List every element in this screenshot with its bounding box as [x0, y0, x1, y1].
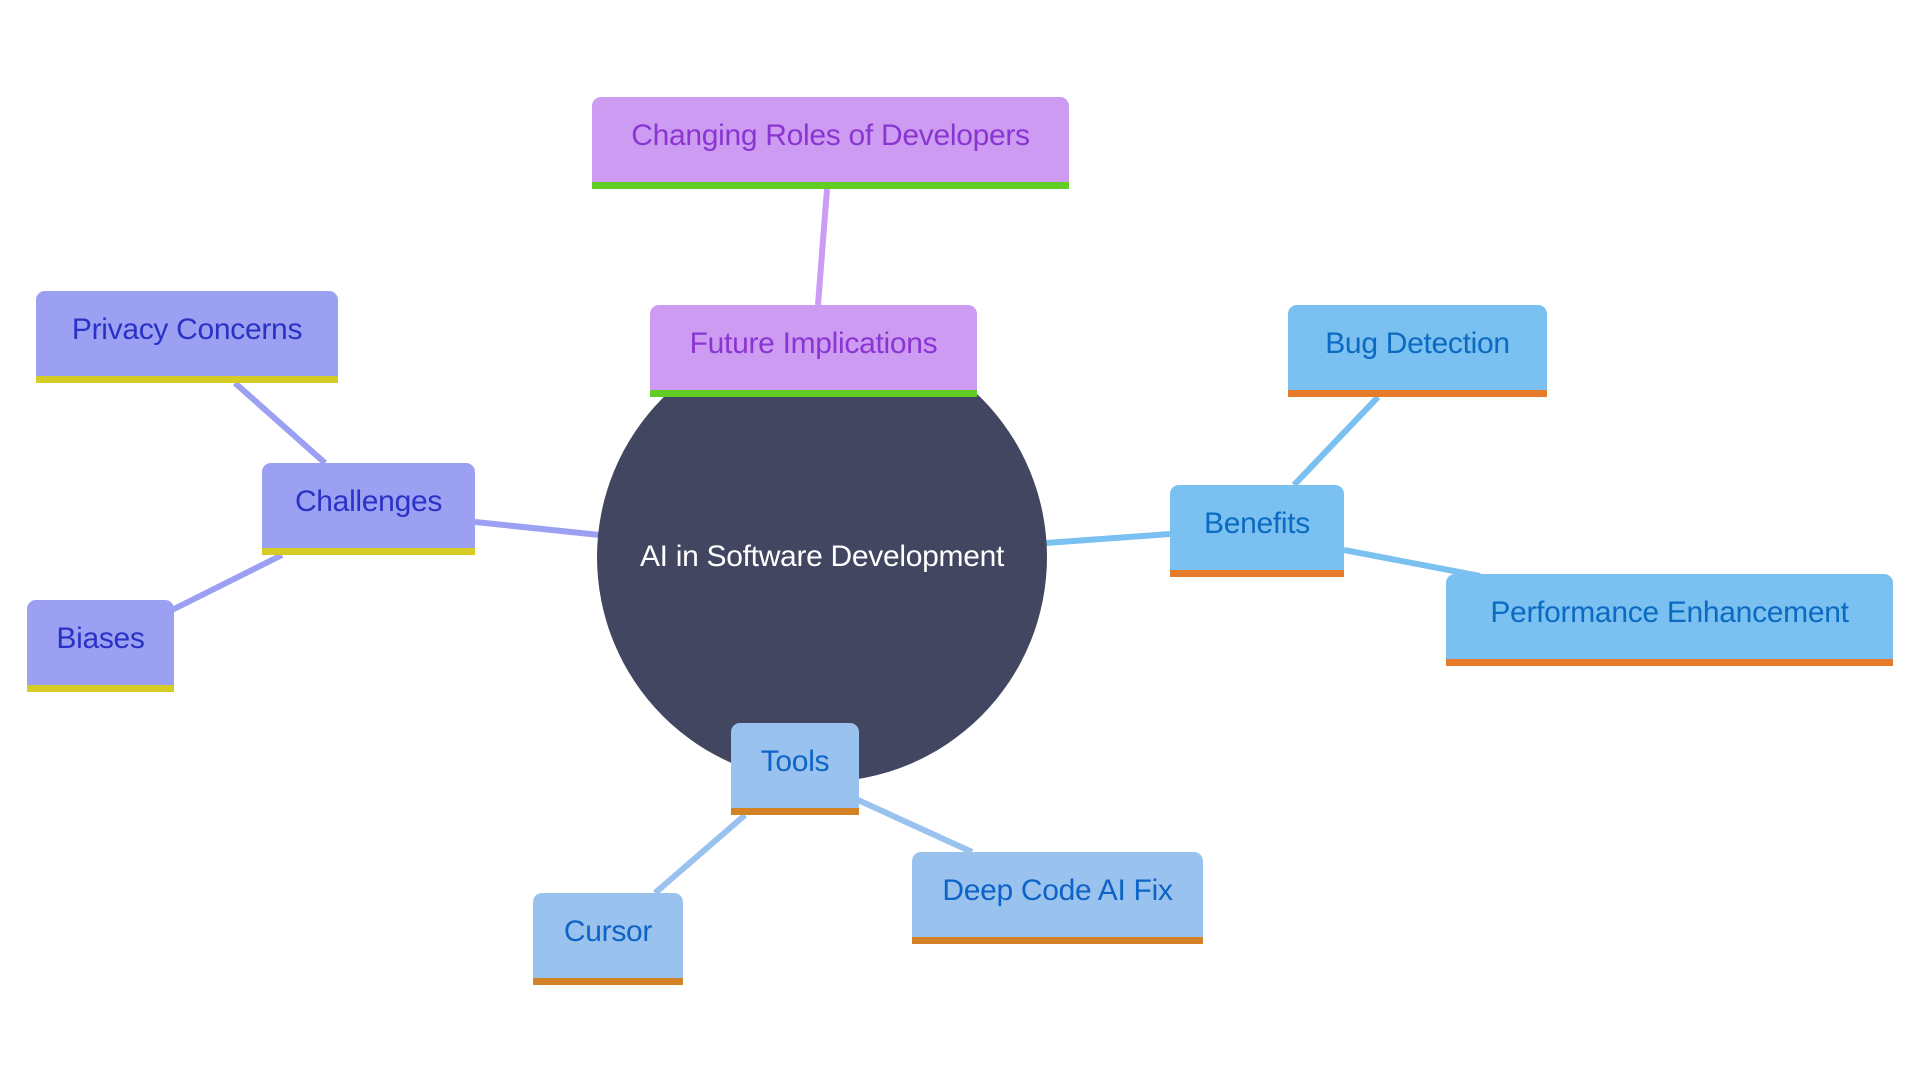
root-label: AI in Software Development	[639, 540, 1005, 573]
accent-bar	[592, 182, 1069, 189]
accent-bar	[650, 390, 977, 397]
node-changing-roles[interactable]: Changing Roles of Developers	[592, 97, 1069, 189]
node-challenges[interactable]: Challenges	[262, 463, 475, 555]
node-bug-detection[interactable]: Bug Detection	[1288, 305, 1547, 397]
node-label: Deep Code AI Fix	[942, 874, 1173, 907]
accent-bar	[533, 978, 683, 985]
node-label: Tools	[760, 745, 830, 778]
root-node[interactable]: AI in Software Development	[597, 332, 1047, 782]
accent-bar	[262, 548, 475, 555]
node-label: Privacy Concerns	[71, 313, 303, 346]
node-label: Performance Enhancement	[1490, 596, 1849, 629]
node-benefits[interactable]: Benefits	[1170, 485, 1344, 577]
node-performance-enhancement[interactable]: Performance Enhancement	[1446, 574, 1893, 666]
node-future-implications[interactable]: Future Implications	[650, 305, 977, 397]
node-deep-code-ai-fix[interactable]: Deep Code AI Fix	[912, 852, 1203, 944]
accent-bar	[1170, 570, 1344, 577]
node-cursor[interactable]: Cursor	[533, 893, 683, 985]
edge-root-challenges	[474, 519, 601, 538]
node-label: Changing Roles of Developers	[631, 119, 1030, 152]
edge-benefits-bug	[1291, 394, 1381, 488]
node-label: Challenges	[294, 485, 443, 518]
node-label: Benefits	[1204, 507, 1310, 540]
edge-future-roles	[815, 188, 830, 306]
accent-bar	[731, 808, 859, 815]
node-label: Biases	[56, 622, 145, 655]
node-tools[interactable]: Tools	[731, 723, 859, 815]
accent-bar	[912, 937, 1203, 944]
accent-bar	[1446, 659, 1893, 666]
node-biases[interactable]: Biases	[27, 600, 174, 692]
edge-benefits-perf	[1343, 547, 1481, 579]
node-label: Bug Detection	[1325, 327, 1510, 360]
edge-challenges-biases	[170, 552, 284, 613]
edge-tools-deepcode	[856, 797, 974, 855]
node-privacy-concerns[interactable]: Privacy Concerns	[36, 291, 338, 383]
accent-bar	[36, 376, 338, 383]
node-label: Cursor	[563, 915, 653, 948]
accent-bar	[27, 685, 174, 692]
edge-challenges-privacy	[233, 380, 327, 466]
accent-bar	[1288, 390, 1547, 397]
edge-root-benefits	[1045, 531, 1171, 546]
node-label: Future Implications	[689, 327, 938, 360]
edge-tools-cursor	[653, 812, 747, 896]
